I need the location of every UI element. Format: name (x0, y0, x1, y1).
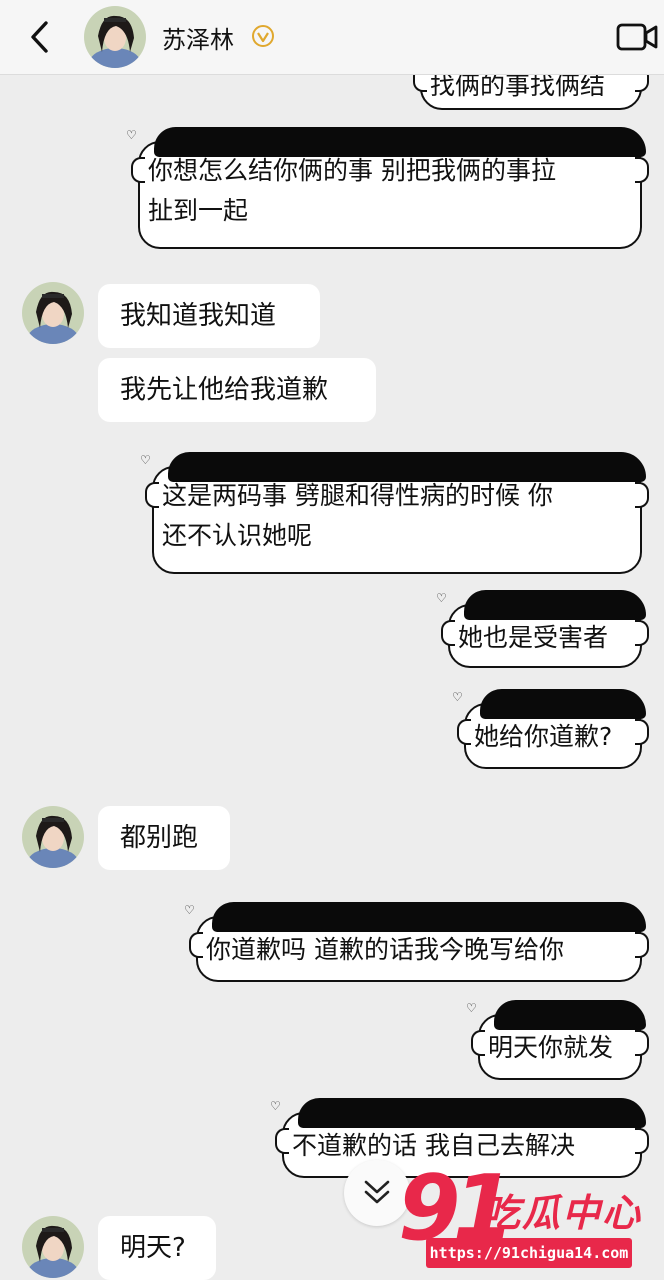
contact-name: 苏泽林 (162, 26, 234, 54)
contact-avatar[interactable] (22, 1216, 84, 1278)
heart-icon: ♡ (436, 591, 447, 605)
message-text: 不道歉的话 我自己去解决 (292, 1131, 575, 1160)
message-text: 还不认识她呢 (162, 521, 313, 550)
verified-badge-icon (252, 25, 274, 47)
sent-message-bubble[interactable]: ♡ 你道歉吗 道歉的话我今晚写给你 (184, 902, 649, 982)
contact-avatar[interactable] (22, 282, 84, 344)
received-message-bubble[interactable]: 我先让他给我道歉 (98, 358, 376, 422)
message-text: 你道歉吗 道歉的话我今晚写给你 (206, 935, 564, 964)
message-text: 明天你就发 (488, 1033, 614, 1062)
heart-icon: ♡ (140, 453, 151, 467)
sent-message-bubble[interactable]: ♡ 她给你道歉? (452, 689, 649, 769)
contact-avatar[interactable] (84, 6, 146, 68)
video-call-icon[interactable] (616, 20, 658, 54)
heart-icon: ♡ (126, 128, 137, 142)
message-text: 扯到一起 (148, 196, 249, 225)
chat-header: 苏泽林 (0, 0, 664, 75)
received-message-bubble[interactable]: 都别跑 (98, 806, 230, 870)
received-message-bubble[interactable]: 我知道我知道 (98, 284, 320, 348)
heart-icon: ♡ (466, 1001, 477, 1015)
watermark-url: https://91chigua14.com (426, 1238, 632, 1268)
message-text: 她给你道歉? (474, 722, 613, 751)
sent-message-bubble[interactable]: ♡ 她也是受害者 (436, 590, 649, 668)
sent-message-bubble[interactable]: ♡ 这是两码事 劈腿和得性病的时候 你 还不认识她呢 (140, 452, 649, 574)
heart-icon: ♡ (184, 903, 195, 917)
message-text: 我先让他给我道歉 (120, 375, 329, 405)
message-text: 你想怎么结你俩的事 别把我俩的事拉 (148, 156, 556, 185)
sent-message-bubble[interactable]: ♡ 明天你就发 (466, 1000, 649, 1080)
sent-message-bubble[interactable]: ♡ 你想怎么结你俩的事 别把我俩的事拉 扯到一起 (126, 127, 649, 249)
message-text: 她也是受害者 (458, 623, 609, 652)
message-text: 都别跑 (120, 823, 199, 853)
contact-avatar[interactable] (22, 806, 84, 868)
heart-icon: ♡ (452, 690, 463, 704)
watermark-title: 吃瓜中心 (482, 1191, 643, 1235)
message-text: 我知道我知道 (120, 301, 277, 331)
heart-icon: ♡ (270, 1099, 281, 1113)
message-text: 明天? (120, 1233, 186, 1263)
back-icon[interactable] (26, 18, 56, 56)
received-message-bubble[interactable]: 明天? (98, 1216, 216, 1280)
message-text: 这是两码事 劈腿和得性病的时候 你 (162, 481, 553, 510)
